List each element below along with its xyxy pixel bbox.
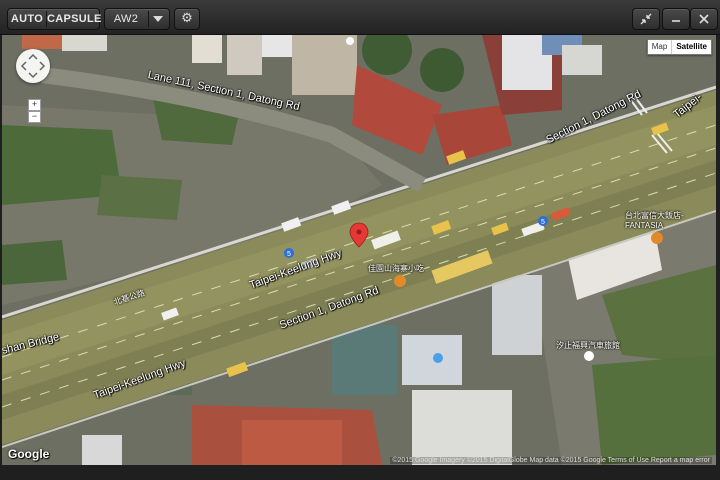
minimize-button[interactable] xyxy=(662,8,690,30)
restaurant-poi-icon[interactable] xyxy=(651,232,663,244)
road-marker-5: 5 xyxy=(284,248,294,258)
restaurant-poi-icon[interactable] xyxy=(394,275,406,287)
google-logo: Google xyxy=(8,447,50,461)
svg-text:5: 5 xyxy=(287,251,291,258)
mode-segmented-control: AUTO CAPSULE xyxy=(7,8,101,30)
map-type-map-button[interactable]: Map xyxy=(648,40,672,54)
channel-value: AW2 xyxy=(113,13,139,25)
poi-dot-icon[interactable] xyxy=(346,37,354,45)
collapse-arrows-icon xyxy=(640,13,652,25)
gear-icon: ⚙ xyxy=(181,11,193,26)
map-type-satellite-button[interactable]: Satellite xyxy=(671,40,711,54)
collapse-button[interactable] xyxy=(632,8,660,30)
bottom-bar xyxy=(0,466,720,480)
chevron-down-icon xyxy=(153,16,163,22)
road-marker-5: 5 xyxy=(538,216,548,226)
zoom-out-button[interactable]: − xyxy=(28,111,41,123)
satellite-map[interactable]: 5 5 Lane 111, Section 1, Datong Rd Secti… xyxy=(2,35,716,465)
close-icon xyxy=(699,14,709,24)
pan-control[interactable] xyxy=(16,49,50,83)
auto-button[interactable]: AUTO xyxy=(8,9,46,29)
channel-dropdown[interactable]: AW2 xyxy=(104,8,170,30)
zoom-in-button[interactable]: + xyxy=(28,99,41,111)
satellite-imagery: 5 5 xyxy=(2,35,716,465)
poi-label[interactable]: 佳園山海寨小吃 xyxy=(368,263,424,274)
capsule-button[interactable]: CAPSULE xyxy=(47,9,101,29)
poi-dot-icon[interactable] xyxy=(433,353,443,363)
dropdown-divider xyxy=(148,11,149,27)
map-type-control: Map Satellite xyxy=(646,39,712,55)
minimize-icon xyxy=(672,20,680,22)
poi-dot-icon[interactable] xyxy=(584,351,594,361)
map-attribution[interactable]: ©2015 Google Imagery ©2015 DigitalGlobe … xyxy=(390,457,712,464)
poi-label[interactable]: 台北富信大飯店- FANTASIA xyxy=(625,210,684,230)
app-window: AUTO CAPSULE AW2 ⚙ 5 5 Lane 111, Section… xyxy=(0,0,720,480)
settings-button[interactable]: ⚙ xyxy=(174,8,200,30)
close-button[interactable] xyxy=(690,8,718,30)
svg-text:5: 5 xyxy=(541,219,545,226)
top-toolbar: AUTO CAPSULE AW2 ⚙ xyxy=(0,0,720,35)
pan-arrows-icon xyxy=(20,53,46,79)
poi-label[interactable]: 汐止福興汽車旅館 xyxy=(556,340,620,351)
